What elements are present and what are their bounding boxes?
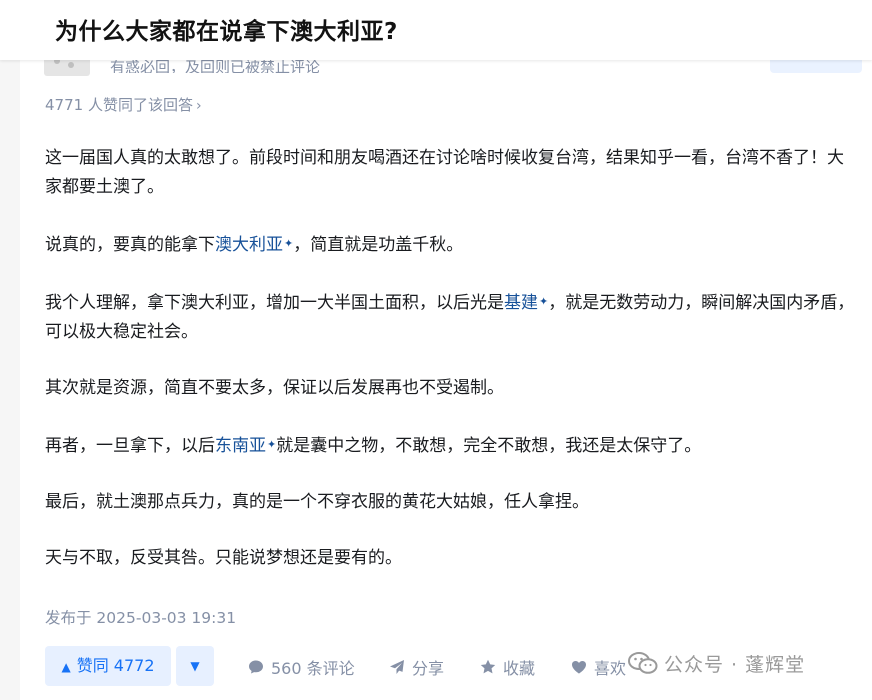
vote-up-button[interactable]: ▲ 赞同 4772	[45, 646, 171, 686]
likes-summary[interactable]: 4771 人赞同了该回答 ›	[45, 94, 202, 115]
caret-down-icon: ▼	[190, 659, 200, 673]
favorite-label: 收藏	[503, 659, 536, 678]
sparkle-icon: ✦	[539, 295, 549, 308]
keyword-link[interactable]: 澳大利亚	[215, 235, 283, 255]
paragraph-text: 其次就是资源，简直不要太多，保证以后发展再也不受遏制。	[45, 378, 504, 398]
like-label: 喜欢	[594, 659, 627, 678]
wechat-icon	[628, 652, 658, 674]
share-label: 分享	[412, 659, 445, 678]
like-button[interactable]: 喜欢	[570, 655, 626, 679]
paragraph-text: 我个人理解，拿下澳大利亚，增加一大半国土面积，以后光是	[45, 293, 504, 313]
paragraph-text: ，简直就是功盖千秋。	[293, 235, 464, 255]
vote-down-button[interactable]: ▼	[176, 646, 214, 686]
answer-paragraph: 其次就是资源，简直不要太多，保证以后发展再也不受遏制。	[45, 374, 860, 403]
answer-paragraph: 我个人理解，拿下澳大利亚，增加一大半国土面积，以后光是基建✦，就是无数劳动力，瞬…	[45, 287, 860, 347]
answer-paragraph: 再者，一旦拿下，以后东南亚✦就是囊中之物，不敢想，完全不敢想，我还是太保守了。	[45, 430, 860, 461]
sparkle-icon: ✦	[267, 438, 277, 451]
wechat-watermark: 公众号 · 蓬辉堂	[628, 648, 806, 678]
vote-up-label: 赞同 4772	[76, 656, 155, 675]
avatar-detail	[68, 62, 74, 68]
heart-icon	[572, 661, 586, 674]
chevron-right-icon: ›	[195, 98, 202, 114]
favorite-button[interactable]: 收藏	[479, 655, 535, 679]
question-header: 为什么大家都在说拿下澳大利亚?	[0, 0, 872, 60]
caret-up-icon: ▲	[61, 660, 71, 674]
likes-summary-text: 4771 人赞同了该回答	[45, 96, 193, 114]
keyword-link[interactable]: 东南亚	[215, 436, 266, 456]
watermark-text: 公众号 · 蓬辉堂	[664, 653, 806, 676]
publish-date: 发布于 2025-03-03 19:31	[45, 609, 237, 627]
paragraph-text: 再者，一旦拿下，以后	[45, 436, 215, 456]
answer-paragraph: 最后，就土澳那点兵力，真的是一个不穿衣服的黄花大姑娘，任人拿捏。	[45, 488, 860, 517]
answer-paragraph: 这一届国人真的太敢想了。前段时间和朋友喝酒还在讨论啥时候收复台湾，结果知乎一看，…	[45, 144, 860, 202]
answer-content: 这一届国人真的太敢想了。前段时间和朋友喝酒还在讨论啥时候收复台湾，结果知乎一看，…	[45, 144, 860, 573]
star-icon	[480, 659, 496, 674]
keyword-link[interactable]: 基建	[504, 293, 538, 313]
question-title[interactable]: 为什么大家都在说拿下澳大利亚?	[55, 12, 398, 46]
paragraph-text: 说真的，要真的能拿下	[45, 235, 215, 255]
paragraph-text: 天与不取，反受其咎。只能说梦想还是要有的。	[45, 548, 402, 568]
share-button[interactable]: 分享	[388, 655, 444, 679]
comment-label: 560 条评论	[271, 659, 355, 678]
paragraph-text: 这一届国人真的太敢想了。前段时间和朋友喝酒还在讨论啥时候收复台湾，结果知乎一看，…	[45, 148, 844, 197]
paragraph-text: 最后，就土澳那点兵力，真的是一个不穿衣服的黄花大姑娘，任人拿捏。	[45, 492, 589, 512]
answer-paragraph: 说真的，要真的能拿下澳大利亚✦，简直就是功盖千秋。	[45, 229, 860, 260]
sparkle-icon: ✦	[284, 237, 294, 250]
answer-paragraph: 天与不取，反受其咎。只能说梦想还是要有的。	[45, 544, 860, 573]
paragraph-text: 就是囊中之物，不敢想，完全不敢想，我还是太保守了。	[276, 436, 702, 456]
share-icon	[390, 660, 404, 674]
comment-icon	[249, 660, 263, 674]
comment-button[interactable]: 560 条评论	[247, 655, 355, 679]
